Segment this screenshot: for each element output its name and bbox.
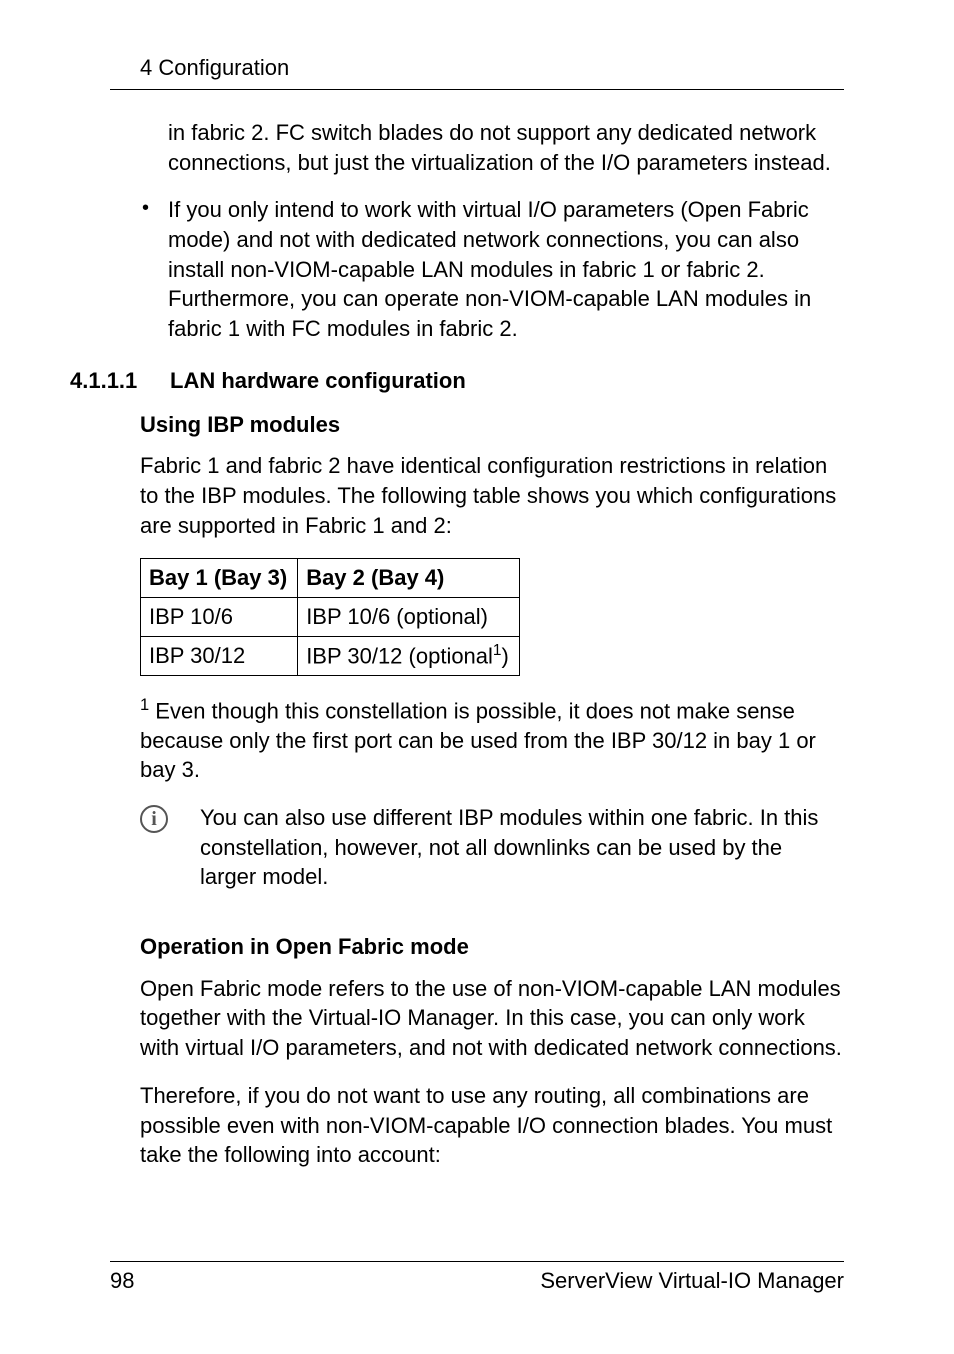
section-title: LAN hardware configuration [170, 366, 844, 396]
footnote-marker: 1 [140, 696, 149, 714]
doc-title: ServerView Virtual-IO Manager [540, 1268, 844, 1294]
paragraph-fabric2-cont: in fabric 2. FC switch blades do not sup… [140, 118, 844, 177]
table-header-row: Bay 1 (Bay 3) Bay 2 (Bay 4) [141, 559, 520, 598]
page: 4 Configuration in fabric 2. FC switch b… [0, 0, 954, 1354]
content-area: in fabric 2. FC switch blades do not sup… [140, 118, 844, 1170]
footnote: 1 Even though this constellation is poss… [140, 694, 844, 785]
table-cell-bay2: IBP 30/12 (optional1) [298, 636, 520, 675]
bullet-item-open-fabric: If you only intend to work with virtual … [140, 195, 844, 343]
footer-rule [110, 1261, 844, 1262]
table-header-bay2: Bay 2 (Bay 4) [298, 559, 520, 598]
footer-line: 98 ServerView Virtual-IO Manager [110, 1268, 844, 1294]
paragraph-open-fabric-2: Therefore, if you do not want to use any… [140, 1081, 844, 1170]
info-note-text: You can also use different IBP modules w… [200, 803, 844, 892]
paragraph-open-fabric-1: Open Fabric mode refers to the use of no… [140, 974, 844, 1063]
table-row: IBP 30/12 IBP 30/12 (optional1) [141, 636, 520, 675]
info-icon: i [140, 803, 200, 833]
info-note: i You can also use different IBP modules… [140, 803, 844, 892]
header-rule [110, 89, 844, 90]
footnote-text: Even though this constellation is possib… [140, 698, 816, 782]
paragraph-ibp-intro: Fabric 1 and fabric 2 have identical con… [140, 451, 844, 540]
table-cell-bay1: IBP 10/6 [141, 597, 298, 636]
table-cell-bay1: IBP 30/12 [141, 636, 298, 675]
table-header-bay1: Bay 1 (Bay 3) [141, 559, 298, 598]
info-icon-glyph: i [140, 805, 168, 833]
subheading-open-fabric: Operation in Open Fabric mode [140, 932, 844, 962]
bullet-list: If you only intend to work with virtual … [140, 195, 844, 343]
running-head: 4 Configuration [140, 55, 844, 81]
page-number: 98 [110, 1268, 134, 1294]
footer: 98 ServerView Virtual-IO Manager [110, 1261, 844, 1294]
section-number: 4.1.1.1 [70, 366, 170, 396]
bullet-text: If you only intend to work with virtual … [168, 197, 811, 341]
table-row: IBP 10/6 IBP 10/6 (optional) [141, 597, 520, 636]
table-cell-bay2: IBP 10/6 (optional) [298, 597, 520, 636]
section-heading: 4.1.1.1 LAN hardware configuration [70, 366, 844, 396]
ibp-config-table: Bay 1 (Bay 3) Bay 2 (Bay 4) IBP 10/6 IBP… [140, 558, 520, 675]
subheading-using-ibp: Using IBP modules [140, 410, 844, 440]
